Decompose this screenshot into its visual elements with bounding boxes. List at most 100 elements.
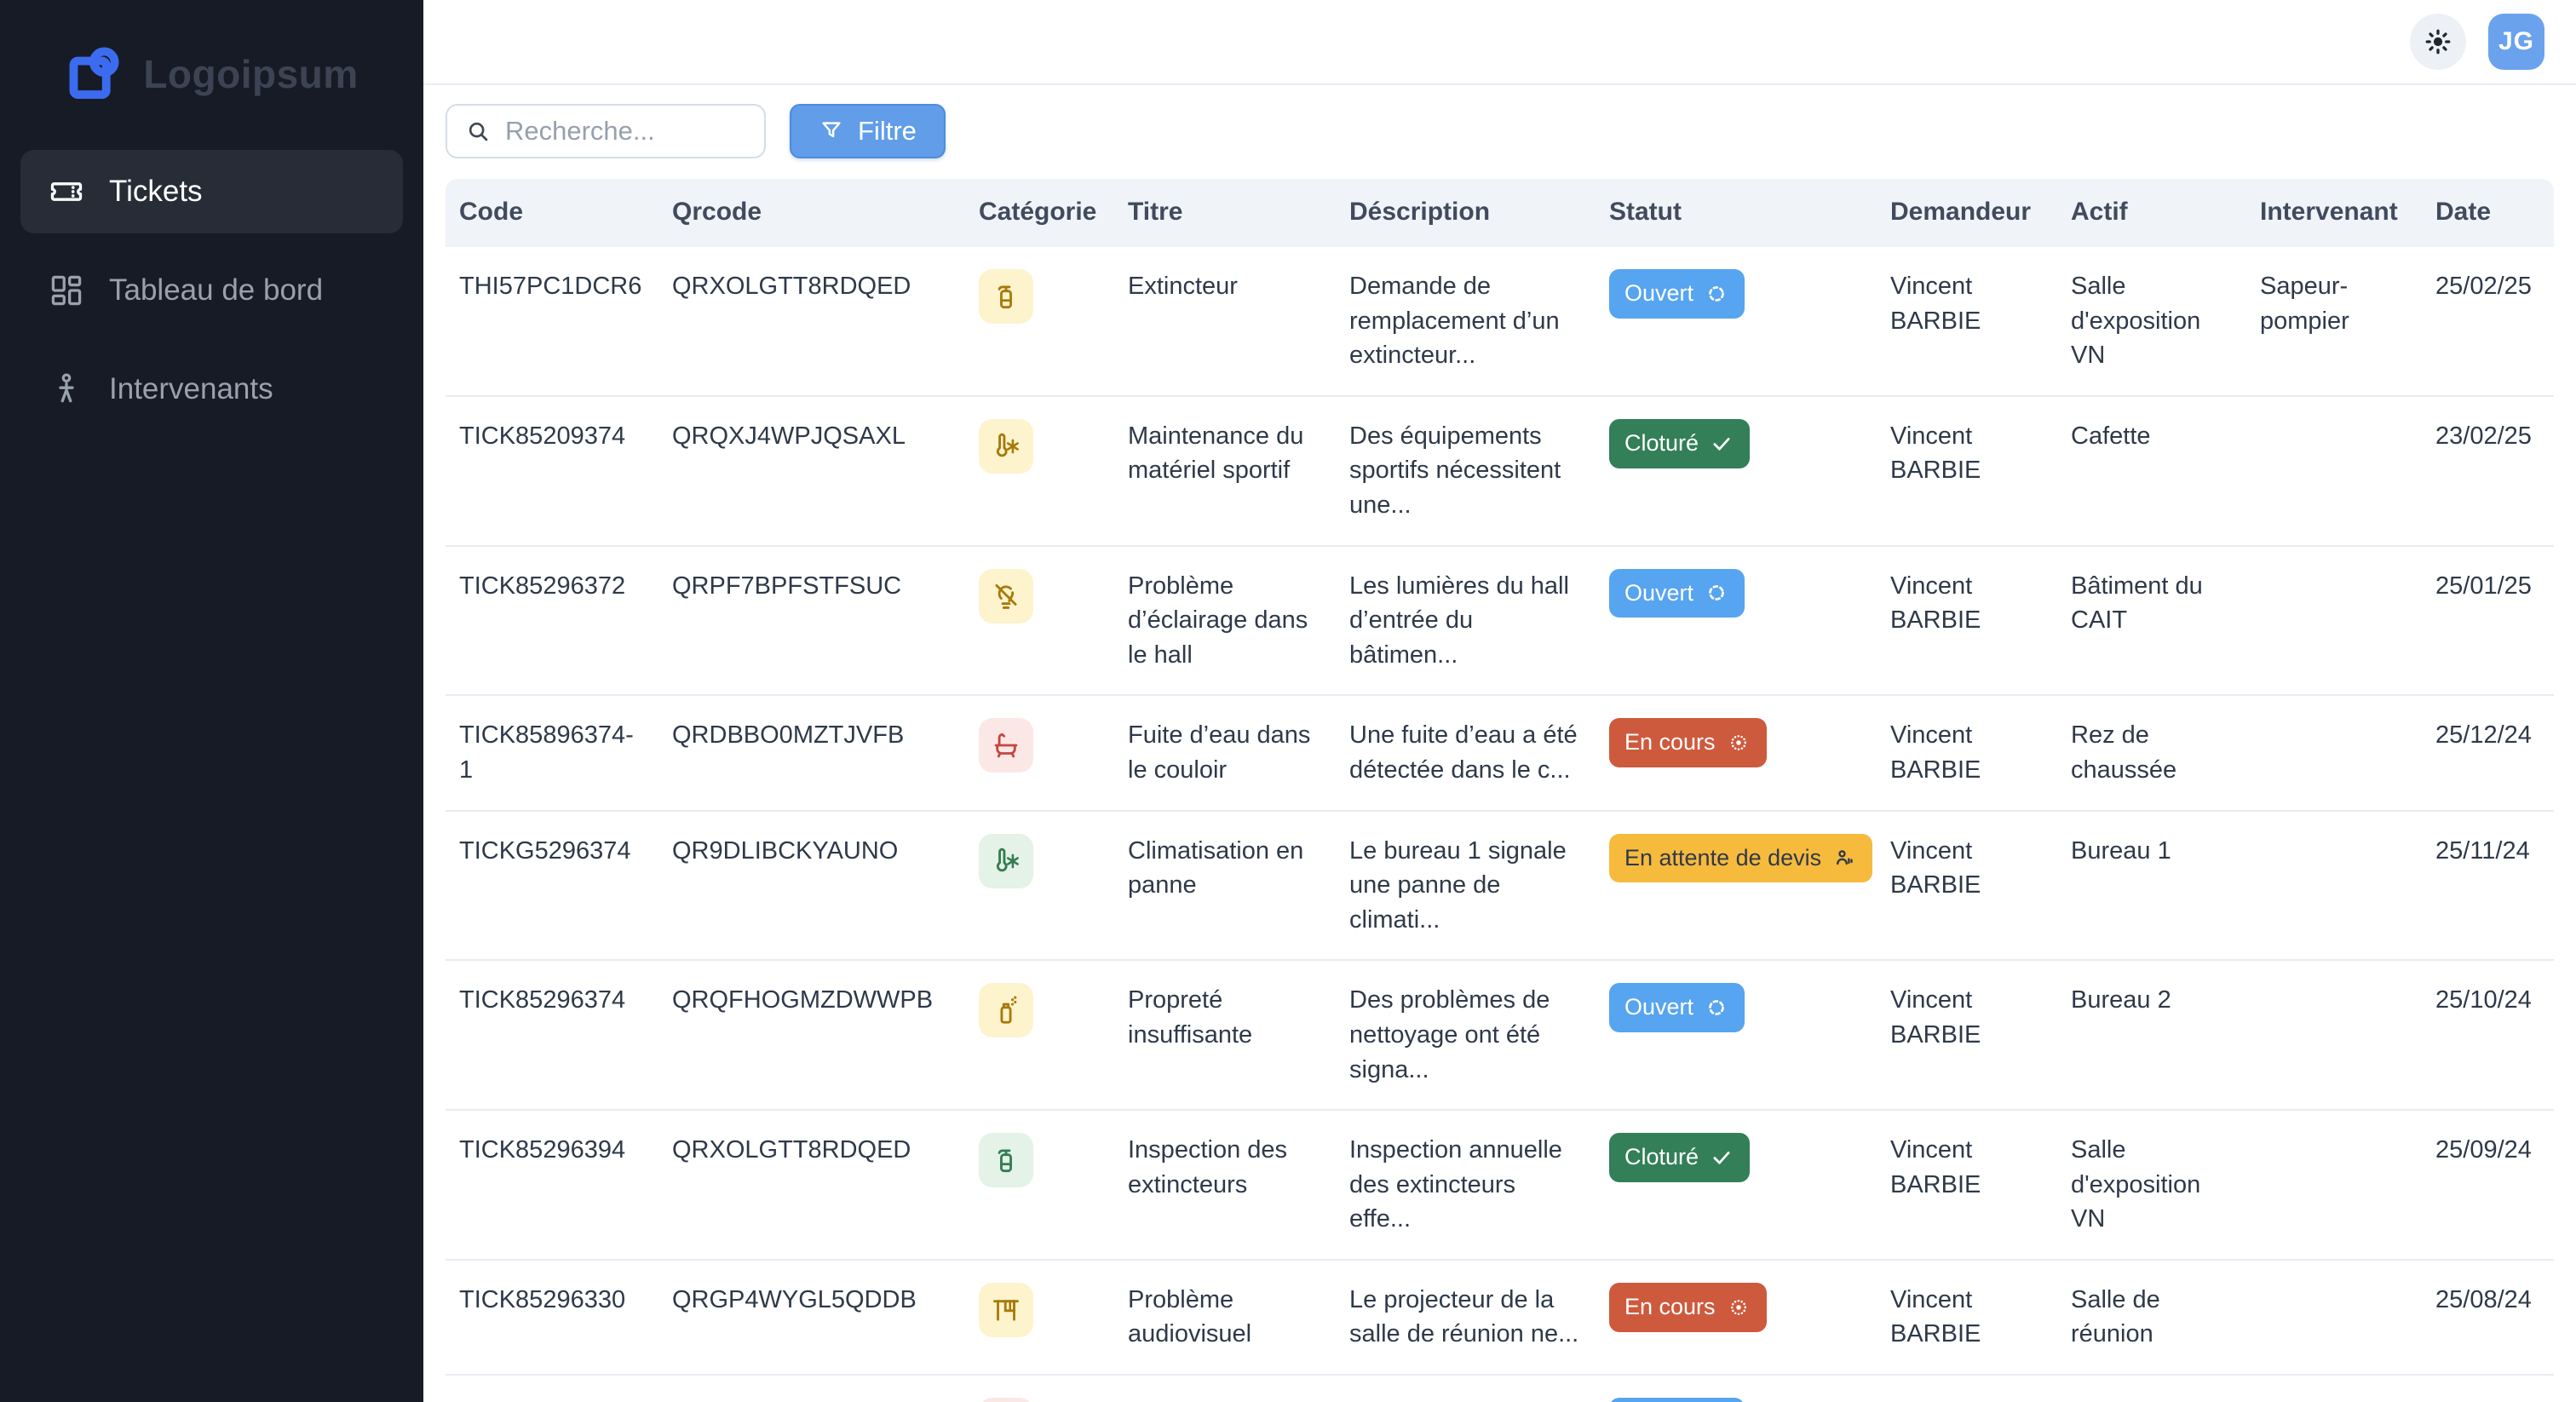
cell-code: TICK85896374-1 — [446, 696, 658, 811]
cell-actif: Salle d'exposition VN — [2057, 245, 2246, 397]
column-header: Titre — [1114, 179, 1336, 245]
sidebar-item-tickets[interactable]: Tickets — [20, 150, 403, 233]
cell-date: 25/09/24 — [2422, 1111, 2554, 1261]
progress-dots-icon — [1726, 1295, 1751, 1320]
cell-description: Demande de remplacement d’un extincteur.… — [1336, 245, 1596, 397]
cell-demandeur: Vincent BARBIE — [1877, 245, 2057, 397]
sidebar-item-label: Intervenants — [109, 372, 273, 406]
cell-code: TICKG5296374 — [446, 812, 658, 962]
cell-actif: Cafette — [2057, 1376, 2246, 1402]
loader-icon — [1704, 580, 1729, 606]
cell-category — [965, 547, 1114, 697]
cell-description: Inspection annuelle des extincteurs effe… — [1336, 1111, 1596, 1261]
logo-text: Logoipsum — [143, 51, 358, 97]
table-row[interactable]: TICK85296348-1 QRQXJ4WPJQSAXL Réparation… — [446, 1376, 2554, 1402]
cell-intervenant — [2246, 696, 2422, 811]
category-chip — [979, 569, 1033, 623]
table-row[interactable]: TICKG5296374 QR9DLIBCKYAUNO Climatisatio… — [446, 812, 2554, 962]
thermometer-snowflake-icon — [990, 430, 1022, 463]
avatar[interactable]: JG — [2488, 14, 2544, 70]
cell-statut: En attente de devis — [1596, 812, 1877, 962]
cell-category — [965, 397, 1114, 547]
cell-code: THI57PC1DCR6 — [446, 245, 658, 397]
search-box — [446, 104, 766, 158]
cell-titre: Inspection des extincteurs — [1114, 1111, 1336, 1261]
cell-qrcode: QRQXJ4WPJQSAXL — [658, 397, 965, 547]
cell-description: Les lumières du hall d’entrée du bâtimen… — [1336, 547, 1596, 697]
cell-description: Le projecteur de la salle de réunion ne.… — [1336, 1261, 1596, 1376]
cell-demandeur: Vincent BARBIE — [1877, 696, 2057, 811]
cell-titre: Climatisation en panne — [1114, 812, 1336, 962]
cell-category — [965, 1111, 1114, 1261]
status-badge: Ouvert — [1609, 269, 1745, 319]
logo-icon — [65, 43, 128, 106]
cell-demandeur: Vincent BARBIE — [1877, 397, 2057, 547]
cell-demandeur: Vincent BARBIE — [1877, 812, 2057, 962]
table-row[interactable]: TICK85296330 QRGP4WYGL5QDDB Problème aud… — [446, 1261, 2554, 1376]
theme-toggle-button[interactable] — [2410, 14, 2466, 70]
cell-intervenant: Sapeur-pompier — [2246, 245, 2422, 397]
cell-demandeur: Vincent BARBIE — [1877, 961, 2057, 1111]
cell-actif: Bureau 2 — [2057, 961, 2246, 1111]
column-header: Qrcode — [658, 179, 965, 245]
search-icon — [464, 118, 492, 145]
cell-actif: Salle de réunion — [2057, 1261, 2246, 1376]
status-badge: Ouvert — [1609, 569, 1745, 618]
filter-button[interactable]: Filtre — [790, 104, 946, 158]
thermometer-snowflake-icon — [990, 845, 1022, 877]
cell-category — [965, 1261, 1114, 1376]
sidebar-item-dashboard[interactable]: Tableau de bord — [20, 249, 403, 332]
table-row[interactable]: TICK85296372 QRPF7BPFSTFSUC Problème d’é… — [446, 547, 2554, 697]
cell-code: TICK85296348-1 — [446, 1376, 658, 1402]
cell-intervenant — [2246, 1376, 2422, 1402]
person-icon — [48, 371, 85, 408]
cell-titre: Problème audiovisuel — [1114, 1261, 1336, 1376]
column-header: Date — [2422, 179, 2554, 245]
cell-date: 23/02/25 — [2422, 397, 2554, 547]
cell-demandeur: Vincent BARBIE — [1877, 1261, 2057, 1376]
table-row[interactable]: TICK85296394 QRXOLGTT8RDQED Inspection d… — [446, 1111, 2554, 1261]
cell-code: TICK85296330 — [446, 1261, 658, 1376]
spray-can-icon — [990, 994, 1022, 1026]
cell-code: TICK85296372 — [446, 547, 658, 697]
table-row[interactable]: TICK85296374 QRQFHOGMZDWWPB Propreté ins… — [446, 961, 2554, 1111]
cell-date: 25/01/25 — [2422, 547, 2554, 697]
funnel-icon — [819, 118, 844, 144]
projector-screen-icon — [990, 1294, 1022, 1326]
cell-statut: Cloturé — [1596, 1111, 1877, 1261]
cell-description: Des problèmes de nettoyage ont été signa… — [1336, 961, 1596, 1111]
cell-statut: Ouvert — [1596, 961, 1877, 1111]
cell-titre: Extincteur — [1114, 245, 1336, 397]
cell-demandeur: Vincent BARBIE — [1877, 547, 2057, 697]
cell-actif: Cafette — [2057, 397, 2246, 547]
cell-statut: Ouvert — [1596, 547, 1877, 697]
status-badge: Ouvert — [1609, 1398, 1745, 1402]
cell-demandeur: Vincent BARBIE — [1877, 1376, 2057, 1402]
check-icon — [1709, 431, 1734, 457]
progress-dots-icon — [1726, 730, 1751, 756]
cell-qrcode: QR9DLIBCKYAUNO — [658, 812, 965, 962]
cell-qrcode: QRXOLGTT8RDQED — [658, 245, 965, 397]
cell-statut: En cours — [1596, 1261, 1877, 1376]
check-icon — [1709, 1145, 1734, 1170]
cell-code: TICK85296394 — [446, 1111, 658, 1261]
cell-date: 25/08/24 — [2422, 1261, 2554, 1376]
extinguisher-icon — [990, 280, 1022, 313]
search-input[interactable] — [505, 116, 747, 147]
cell-description: Des équipements sportifs nécessitent une… — [1336, 397, 1596, 547]
status-badge: En cours — [1609, 1283, 1767, 1332]
cell-titre: Propreté insuffisante — [1114, 961, 1336, 1111]
cell-statut: En cours — [1596, 696, 1877, 811]
cell-intervenant — [2246, 547, 2422, 697]
topbar: JG — [423, 0, 2576, 85]
table-row[interactable]: THI57PC1DCR6 QRXOLGTT8RDQED Extincteur D… — [446, 245, 2554, 397]
category-chip — [979, 983, 1033, 1037]
cell-actif: Bâtiment du CAIT — [2057, 547, 2246, 697]
cell-actif: Salle d'exposition VN — [2057, 1111, 2246, 1261]
sidebar-item-intervenants[interactable]: Intervenants — [20, 348, 403, 431]
table-row[interactable]: TICK85896374-1 QRDBBO0MZTJVFB Fuite d’ea… — [446, 696, 2554, 811]
column-header: Actif — [2057, 179, 2246, 245]
table-row[interactable]: TICK85209374 QRQXJ4WPJQSAXL Maintenance … — [446, 397, 2554, 547]
cell-demandeur: Vincent BARBIE — [1877, 1111, 2057, 1261]
cell-titre: Fuite d’eau dans le couloir — [1114, 696, 1336, 811]
